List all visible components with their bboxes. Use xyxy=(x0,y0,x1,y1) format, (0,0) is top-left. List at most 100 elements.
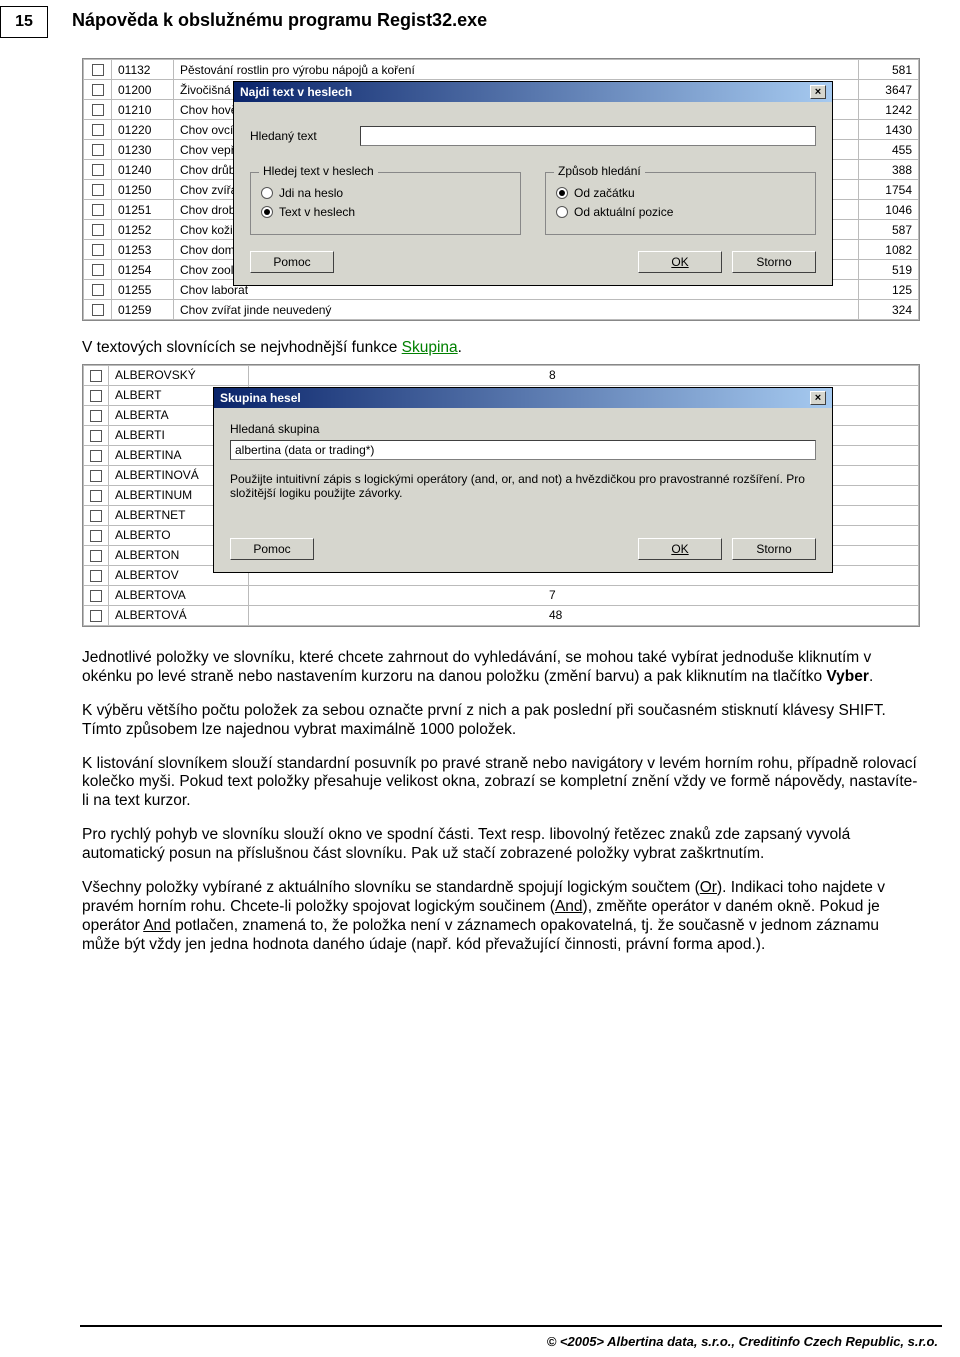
row-desc: Chov zvířat jinde neuvedený xyxy=(174,300,859,320)
page-title: Nápověda k obslužnému programu Regist32.… xyxy=(72,6,487,31)
body-p5d: potlačen, znamená to, že položka není v … xyxy=(82,917,879,953)
list-value: 8 xyxy=(249,365,919,385)
row-checkbox[interactable] xyxy=(92,284,104,296)
group-search-label: Hledaná skupina xyxy=(230,422,816,436)
radio-label: Text v heslech xyxy=(279,205,355,219)
row-code: 01253 xyxy=(112,240,174,260)
radio-od-zacatku[interactable] xyxy=(556,187,568,199)
row-code: 01259 xyxy=(112,300,174,320)
row-code: 01250 xyxy=(112,180,174,200)
screenshot-table-1: 01132Pěstování rostlin pro výrobu nápojů… xyxy=(82,58,920,321)
row-code: 01230 xyxy=(112,140,174,160)
list-name: ALBERTOVÁ xyxy=(109,605,249,625)
row-checkbox[interactable] xyxy=(90,450,102,462)
row-checkbox[interactable] xyxy=(90,550,102,562)
mid-text: V textových slovnících se nejvhodnější f… xyxy=(82,339,402,356)
row-checkbox[interactable] xyxy=(90,610,102,622)
row-checkbox[interactable] xyxy=(90,490,102,502)
radio-label: Od aktuální pozice xyxy=(574,205,673,219)
groupbox-2-title: Způsob hledání xyxy=(554,164,645,178)
radio-jdi-na-heslo[interactable] xyxy=(261,187,273,199)
row-checkbox[interactable] xyxy=(92,164,104,176)
row-checkbox[interactable] xyxy=(92,264,104,276)
row-value: 519 xyxy=(859,260,919,280)
row-checkbox[interactable] xyxy=(92,124,104,136)
row-checkbox[interactable] xyxy=(92,144,104,156)
row-checkbox[interactable] xyxy=(92,104,104,116)
dialog-skupina-hesel: Skupina hesel × Hledaná skupina albertin… xyxy=(213,387,833,573)
row-checkbox[interactable] xyxy=(90,570,102,582)
screenshot-list-2: ALBEROVSKÝ8ALBERTALBERTAALBERTIALBERTINA… xyxy=(82,364,920,627)
row-code: 01254 xyxy=(112,260,174,280)
body-p5a: Všechny položky vybírané z aktuálního sl… xyxy=(82,879,700,896)
ok-button[interactable]: OK xyxy=(638,538,722,560)
row-code: 01255 xyxy=(112,280,174,300)
body-p1a: Jednotlivé položky ve slovníku, které ch… xyxy=(82,649,871,685)
op-and-2: And xyxy=(143,917,171,934)
list-row: ALBERTOVÁ48 xyxy=(84,605,919,625)
row-value: 324 xyxy=(859,300,919,320)
page-number: 15 xyxy=(0,6,48,38)
help-button[interactable]: Pomoc xyxy=(250,251,334,273)
dialog-find-text: Najdi text v heslech × Hledaný text Hled… xyxy=(233,81,833,286)
row-checkbox[interactable] xyxy=(90,470,102,482)
close-icon[interactable]: × xyxy=(810,391,826,405)
row-value: 125 xyxy=(859,280,919,300)
op-or: Or xyxy=(700,879,717,896)
row-checkbox[interactable] xyxy=(90,370,102,382)
hint-text: Použijte intuitivní zápis s logickými op… xyxy=(230,472,816,500)
row-value: 1430 xyxy=(859,120,919,140)
row-code: 01251 xyxy=(112,200,174,220)
row-checkbox[interactable] xyxy=(90,510,102,522)
skupina-link[interactable]: Skupina xyxy=(402,339,458,356)
row-checkbox[interactable] xyxy=(90,390,102,402)
list-row: ALBERTOVA7 xyxy=(84,585,919,605)
row-checkbox[interactable] xyxy=(92,64,104,76)
row-desc: Pěstování rostlin pro výrobu nápojů a ko… xyxy=(174,60,859,80)
list-name: ALBEROVSKÝ xyxy=(109,365,249,385)
radio-text-v-heslech[interactable] xyxy=(261,206,273,218)
row-code: 01240 xyxy=(112,160,174,180)
search-label: Hledaný text xyxy=(250,129,346,143)
body-p4: Pro rychlý pohyb ve slovníku slouží okno… xyxy=(82,826,920,864)
row-checkbox[interactable] xyxy=(92,224,104,236)
close-icon[interactable]: × xyxy=(810,85,826,99)
footer-copyright: © <2005> Albertina data, s.r.o., Crediti… xyxy=(547,1334,938,1349)
row-code: 01252 xyxy=(112,220,174,240)
row-checkbox[interactable] xyxy=(92,244,104,256)
list-row: ALBEROVSKÝ8 xyxy=(84,365,919,385)
row-checkbox[interactable] xyxy=(90,410,102,422)
row-code: 01210 xyxy=(112,100,174,120)
groupbox-1-title: Hledej text v heslech xyxy=(259,164,378,178)
table-row: 01132Pěstování rostlin pro výrobu nápojů… xyxy=(84,60,919,80)
body-p3: K listování slovníkem slouží standardní … xyxy=(82,755,920,812)
row-code: 01132 xyxy=(112,60,174,80)
footer-divider xyxy=(80,1325,942,1327)
row-checkbox[interactable] xyxy=(90,430,102,442)
group-search-input[interactable]: albertina (data or trading*) xyxy=(230,440,816,460)
help-button[interactable]: Pomoc xyxy=(230,538,314,560)
radio-od-aktualni[interactable] xyxy=(556,206,568,218)
dialog-title: Skupina hesel xyxy=(220,391,301,405)
body-p1c: . xyxy=(869,668,873,685)
row-checkbox[interactable] xyxy=(90,590,102,602)
cancel-button[interactable]: Storno xyxy=(732,251,816,273)
row-value: 1082 xyxy=(859,240,919,260)
row-checkbox[interactable] xyxy=(90,530,102,542)
list-value: 7 xyxy=(249,585,919,605)
row-checkbox[interactable] xyxy=(92,204,104,216)
row-value: 1754 xyxy=(859,180,919,200)
row-value: 1046 xyxy=(859,200,919,220)
ok-button[interactable]: OK xyxy=(638,251,722,273)
row-value: 388 xyxy=(859,160,919,180)
row-code: 01200 xyxy=(112,80,174,100)
row-checkbox[interactable] xyxy=(92,184,104,196)
row-value: 587 xyxy=(859,220,919,240)
row-checkbox[interactable] xyxy=(92,84,104,96)
list-name: ALBERTOVA xyxy=(109,585,249,605)
body-p2: K výběru většího počtu položek za sebou … xyxy=(82,702,920,740)
row-value: 3647 xyxy=(859,80,919,100)
row-checkbox[interactable] xyxy=(92,304,104,316)
cancel-button[interactable]: Storno xyxy=(732,538,816,560)
search-input[interactable] xyxy=(360,126,816,146)
